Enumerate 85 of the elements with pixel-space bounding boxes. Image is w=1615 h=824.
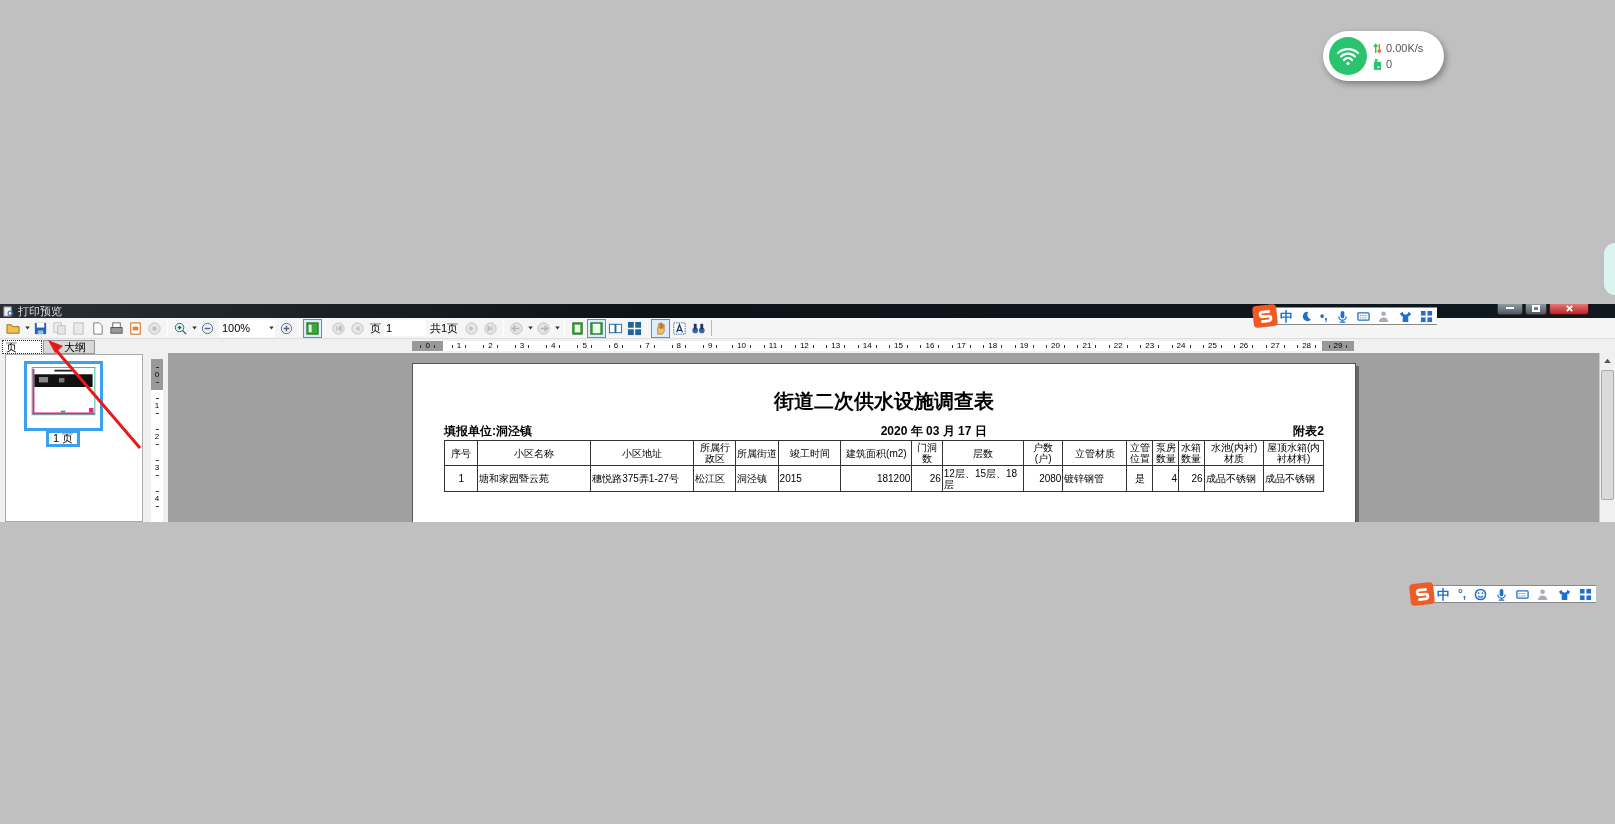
side-tab[interactable]: 页 <box>2 340 42 354</box>
ruler-number: 12 <box>799 342 809 350</box>
ruler-number: 3 <box>154 463 160 472</box>
ruler-number: 3 <box>519 342 525 350</box>
input-mode-button[interactable]: 中 <box>1437 587 1450 601</box>
ruler-number: 0 <box>425 342 430 350</box>
punctuation-button[interactable]: •, <box>1320 310 1328 322</box>
table-cell: 26 <box>911 465 943 492</box>
column-header: 立管位置 <box>1126 440 1153 466</box>
ruler-number: 14 <box>862 342 872 350</box>
appendix-label: 附表2 <box>1293 423 1324 440</box>
ruler-number: 18 <box>988 342 998 350</box>
device-count: 0 <box>1386 58 1393 70</box>
ruler-number: 16 <box>925 342 935 350</box>
ruler-number: 9 <box>708 342 713 350</box>
ruler-number: 13 <box>831 342 841 350</box>
table-cell: 镀锌钢管 <box>1062 465 1127 492</box>
ruler-number: 10 <box>737 342 747 350</box>
column-header: 小区名称 <box>477 440 591 466</box>
column-header: 小区地址 <box>590 440 694 466</box>
reporting-unit: 填报单位:洞泾镇 <box>444 423 533 440</box>
ruler-number: 28 <box>1302 342 1312 350</box>
ruler-number: 27 <box>1270 342 1280 350</box>
table-cell: 穗悦路375弄1-27号 <box>590 465 694 492</box>
ruler-number: 1 <box>154 401 160 410</box>
table-cell: 塘和家园暨云苑 <box>477 465 591 492</box>
ruler-number: 2 <box>488 342 493 350</box>
column-header: 水池(内衬)材质 <box>1204 440 1264 466</box>
punctuation-button[interactable]: °, <box>1458 588 1467 600</box>
ruler-number: 19 <box>1019 342 1029 350</box>
ruler-number: 26 <box>1239 342 1249 350</box>
ruler-number: 24 <box>1176 342 1186 350</box>
page-total: 共1页 <box>430 320 459 336</box>
column-header: 层数 <box>942 440 1024 466</box>
page-label: 页 <box>370 320 381 336</box>
ruler-number: 8 <box>676 342 682 350</box>
column-header: 立管材质 <box>1062 440 1127 466</box>
table-cell: 2015 <box>778 465 841 492</box>
ruler-number: 0 <box>154 370 160 379</box>
report-date: 2020 年 03 月 17 日 <box>879 423 988 440</box>
thumbnail-caption: 1 页 <box>45 430 81 447</box>
ruler-number: 1 <box>456 342 462 350</box>
window-title: 打印预览 <box>18 305 62 317</box>
column-header: 竣工时间 <box>778 440 841 466</box>
ruler-number: 7 <box>645 342 650 350</box>
ruler-number: 17 <box>956 342 966 350</box>
ruler-number: 5 <box>582 342 587 350</box>
column-header: 所属行政区 <box>694 440 736 466</box>
column-header: 屋顶水箱(内衬材料) <box>1263 440 1324 466</box>
column-header: 户数(户) <box>1023 440 1063 466</box>
column-header: 所属街道 <box>735 440 779 466</box>
column-header: 水箱数量 <box>1178 440 1205 466</box>
table-cell: 12层、15层、18层 <box>942 465 1024 492</box>
ruler-number: 6 <box>613 342 619 350</box>
column-header: 序号 <box>444 440 478 466</box>
table-cell: 2080 <box>1023 465 1063 492</box>
ruler-number: 20 <box>1051 342 1060 350</box>
table-cell: 4 <box>1152 465 1179 492</box>
table-cell: 是 <box>1126 465 1153 492</box>
page-input[interactable]: 1 <box>384 320 426 336</box>
table-cell: 26 <box>1178 465 1205 492</box>
zoom-field[interactable]: 100% <box>219 319 275 337</box>
ruler-number: 25 <box>1208 342 1217 350</box>
table-cell: 1 <box>444 465 478 492</box>
table-cell: 松江区 <box>694 465 736 492</box>
column-header: 泵房数量 <box>1152 440 1179 466</box>
input-mode-button[interactable]: 中 <box>1280 309 1293 323</box>
table-cell: 181200 <box>840 465 912 492</box>
table-cell: 成品不锈钢 <box>1263 465 1324 492</box>
ruler-number: 23 <box>1145 342 1155 350</box>
ruler-number: 2 <box>154 432 160 441</box>
table-cell: 成品不锈钢 <box>1204 465 1264 492</box>
ruler-number: 11 <box>768 342 778 350</box>
document-title: 街道二次供水设施调查表 <box>772 389 995 413</box>
ruler-number: 4 <box>551 342 556 350</box>
column-header: 建筑面积(m2) <box>840 440 912 466</box>
ruler-number: 4 <box>154 494 160 503</box>
column-header: 门洞数 <box>911 440 943 466</box>
network-speed: 0.00K/s <box>1386 42 1424 54</box>
ruler-number: 22 <box>1113 342 1123 350</box>
table-cell: 洞泾镇 <box>735 465 779 492</box>
zoom-value: 100% <box>221 320 252 336</box>
ruler-number: 29 <box>1333 342 1343 350</box>
ruler-number: 21 <box>1082 342 1092 350</box>
ruler-number: 15 <box>894 342 903 350</box>
